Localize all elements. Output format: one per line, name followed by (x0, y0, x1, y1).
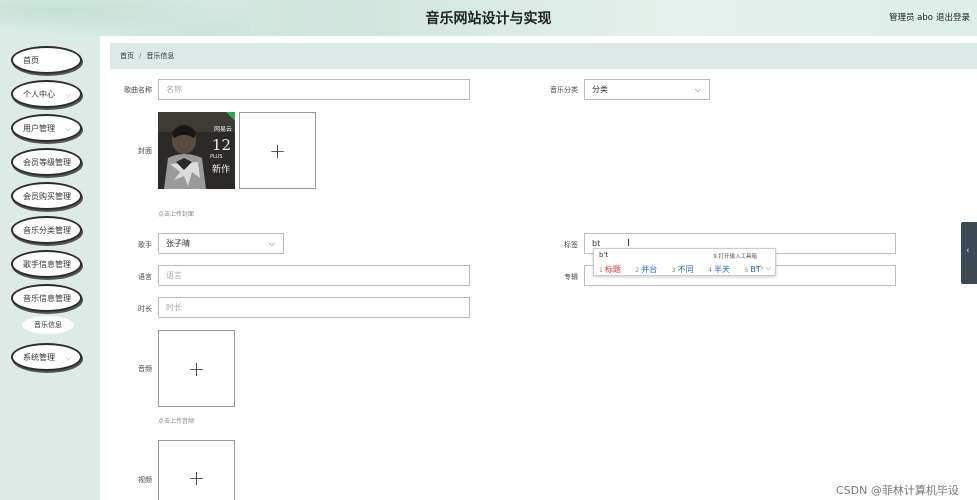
chevron-down-icon: ⌵ (65, 91, 71, 99)
chevron-down-icon: ⌵ (694, 85, 701, 94)
sidebar-item-label: 音乐信息管理 (23, 293, 71, 303)
singer-value: 张子晴 (166, 239, 190, 248)
plus-icon: + (188, 356, 205, 381)
breadcrumb-current: 音乐信息 (146, 52, 175, 60)
cover-upload-box[interactable]: + (239, 112, 316, 189)
ime-candidate[interactable]: 2 并台 (635, 265, 663, 274)
ime-toolbox-hint[interactable]: 9.打开输入工具箱 (713, 252, 757, 260)
sidebar-subitem-music-info[interactable]: 音乐信息 (22, 316, 74, 334)
cover-brand-text: 网易云 (214, 126, 232, 133)
chevron-left-icon: ‹ (966, 246, 970, 256)
album-label: 专辑 (564, 273, 578, 281)
breadcrumb-home[interactable]: 首页 (120, 51, 134, 61)
breadcrumb: 首页 / 音乐信息 (110, 43, 977, 69)
video-upload-box[interactable]: + (158, 440, 235, 500)
sidebar-item-label: 会员等级管理 (23, 157, 71, 167)
category-value: 分类 (592, 85, 608, 94)
sidebar-item-system[interactable]: 系统管理 ⌵ (11, 343, 82, 371)
sidebar-item-label: 系统管理 (23, 352, 55, 362)
song-name-label: 歌曲名称 (124, 86, 152, 94)
ime-candidate[interactable]: 4 半天 (708, 265, 736, 274)
plus-icon: + (188, 465, 205, 490)
sidebar-item-member-purchase[interactable]: 会员购买管理 (11, 182, 82, 210)
sidebar-item-user-management[interactable]: 用户管理 ⌵ (11, 114, 82, 142)
cover-image[interactable]: 网易云 12 PLUS 新作 (158, 112, 235, 189)
tag-value: bt (592, 239, 601, 248)
user-info: 管理员 abo (888, 13, 933, 23)
chevron-down-icon: ⌵ (65, 125, 71, 133)
ime-candidate-popup: b't 9.打开输入工具箱 1 标题 2 并台 3 不同 4 半天 5 BT ‹ › ⌵ (593, 248, 776, 276)
sidebar-item-singer-info[interactable]: 歌手信息管理 (11, 250, 82, 278)
sidebar-item-music-info[interactable]: 音乐信息管理 (11, 284, 82, 312)
sidebar-item-home[interactable]: 首页 (11, 46, 82, 74)
singer-select[interactable]: 张子晴 ⌵ (158, 233, 284, 254)
sidebar-item-label: 个人中心 (23, 89, 55, 99)
sidebar-item-member-level[interactable]: 会员等级管理 (11, 148, 82, 176)
audio-label: 音频 (138, 365, 152, 373)
song-name-input[interactable]: 名称 (158, 79, 470, 100)
audio-upload-box[interactable]: + (158, 330, 235, 407)
ime-candidate[interactable]: 1 标题 (599, 265, 627, 274)
sidebar-item-label: 用户管理 (23, 123, 55, 133)
side-panel-toggle[interactable]: ‹ (961, 222, 977, 284)
cover-plus-text: PLUS (210, 154, 222, 160)
ime-page-nav-icon[interactable]: ‹ › ⌵ (756, 264, 771, 273)
watermark: CSDN @菲林计算机毕设 (836, 484, 959, 497)
tag-label: 标签 (564, 241, 578, 249)
language-label: 语言 (138, 273, 152, 281)
audio-upload-hint: 点击上传音频 (158, 418, 195, 425)
sidebar: 首页 个人中心 ⌵ 用户管理 ⌵ 会员等级管理 会员购买管理 音乐分类管理 歌手… (0, 36, 100, 500)
breadcrumb-separator: / (139, 52, 142, 60)
duration-label: 时长 (138, 305, 152, 313)
logout-link[interactable]: 退出登录 (936, 11, 970, 23)
sidebar-item-label: 首页 (23, 55, 39, 65)
cover-label: 封面 (138, 147, 152, 155)
ime-candidate-list: 1 标题 2 并台 3 不同 4 半天 5 BT (599, 264, 773, 275)
ime-composition: b't (599, 251, 609, 259)
singer-label: 歌手 (138, 241, 152, 249)
app-title: 音乐网站设计与实现 (425, 11, 552, 27)
language-input[interactable]: 语言 (158, 265, 470, 286)
cover-new-text: 新作 (212, 163, 230, 175)
ime-candidate[interactable]: 3 不同 (672, 265, 700, 274)
cover-upload-hint: 点击上传封面 (158, 211, 195, 218)
duration-input[interactable]: 时长 (158, 297, 470, 318)
chevron-down-icon: ⌵ (65, 354, 71, 362)
category-select[interactable]: 分类 ⌵ (584, 79, 710, 100)
plus-icon: + (269, 138, 286, 163)
sidebar-item-personal-center[interactable]: 个人中心 ⌵ (11, 80, 82, 108)
cover-number-text: 12 (212, 136, 231, 154)
sidebar-item-label: 音乐分类管理 (23, 225, 71, 235)
header-bar: 音乐网站设计与实现 管理员 abo 退出登录 (0, 0, 977, 36)
video-label: 视频 (138, 476, 152, 484)
sidebar-item-label: 会员购买管理 (23, 191, 71, 201)
sidebar-item-label: 歌手信息管理 (23, 259, 71, 269)
chevron-down-icon: ⌵ (268, 239, 275, 248)
sidebar-item-music-category[interactable]: 音乐分类管理 (11, 216, 82, 244)
album-cover-art: 网易云 12 PLUS 新作 (158, 112, 235, 189)
category-label: 音乐分类 (550, 86, 578, 94)
